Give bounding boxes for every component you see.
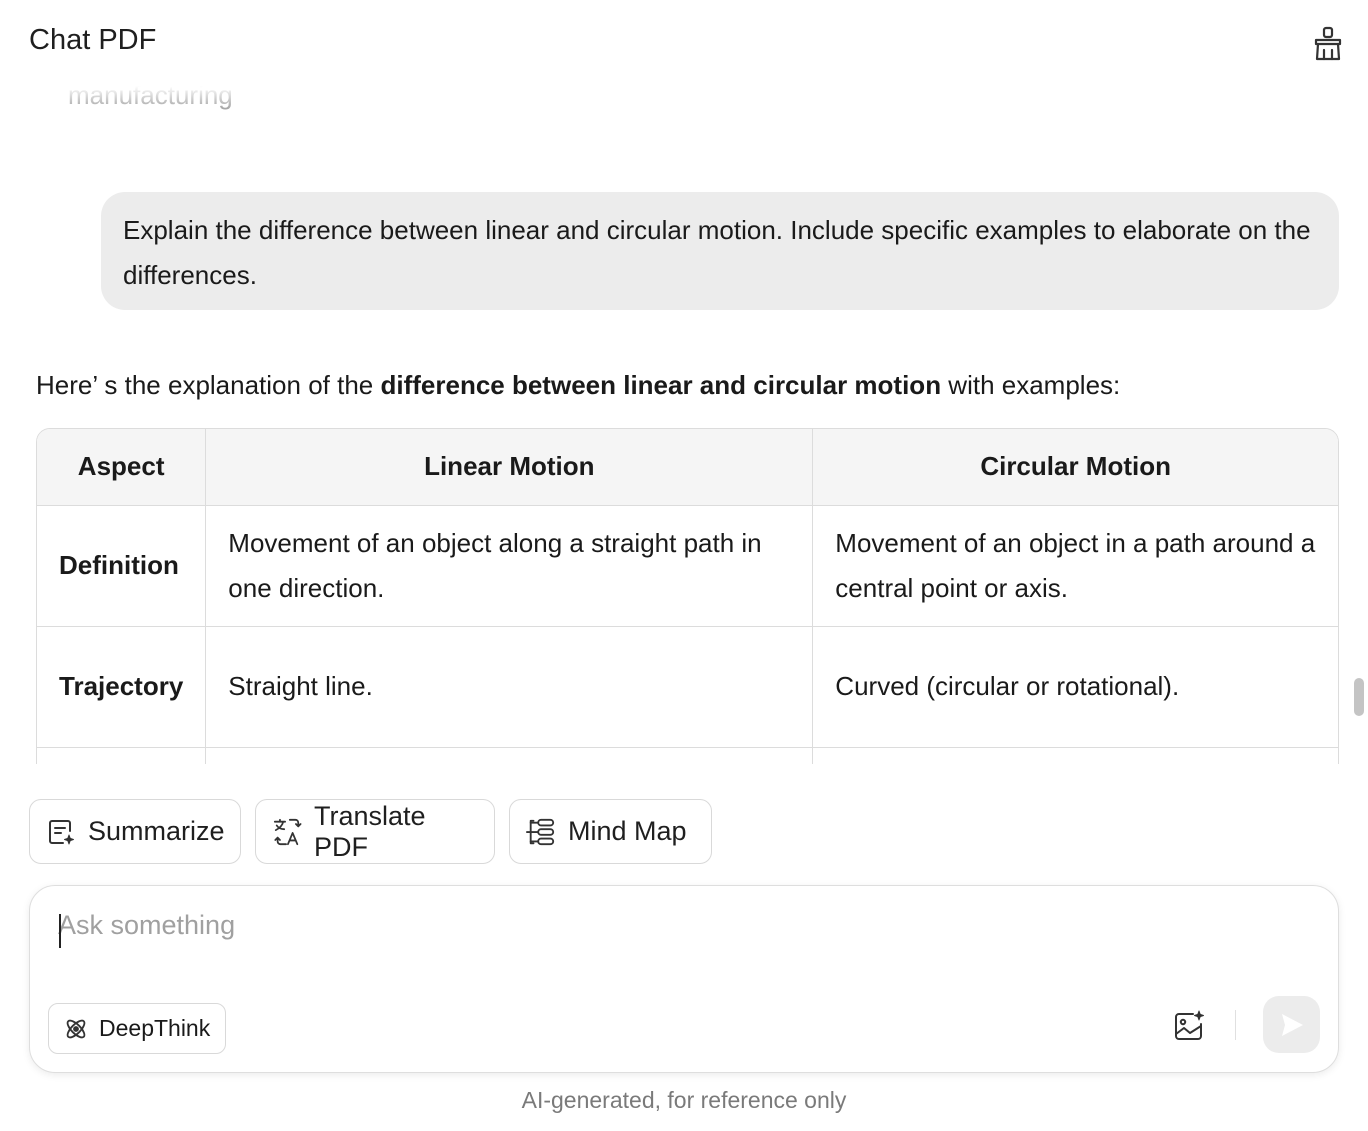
composer-divider xyxy=(1235,1010,1236,1040)
header-aspect: Aspect xyxy=(37,429,207,506)
summarize-label: Summarize xyxy=(88,816,225,846)
translate-icon xyxy=(272,817,302,847)
fade-overlay xyxy=(0,86,1368,116)
user-message-bubble: Explain the difference between linear an… xyxy=(101,192,1339,310)
table-row: Trajectory Straight line. Curved (circul… xyxy=(37,626,1338,748)
summarize-icon xyxy=(46,817,76,847)
chat-pdf-panel: Chat PDF manufacturing Explain the diffe… xyxy=(0,0,1368,1131)
row-aspect xyxy=(37,747,207,764)
row-circular: Movement of an object in a path around a… xyxy=(812,505,1338,627)
row-circular xyxy=(812,747,1338,764)
chat-area: manufacturing Explain the difference bet… xyxy=(0,86,1368,764)
table-header-row: Aspect Linear Motion Circular Motion xyxy=(37,429,1338,506)
row-linear: Movement of an object along a straight p… xyxy=(205,505,814,627)
row-circular: Curved (circular or rotational). xyxy=(812,626,1338,748)
table-row xyxy=(37,747,1338,764)
disclaimer: AI-generated, for reference only xyxy=(521,1087,847,1113)
send-icon xyxy=(1281,1013,1303,1036)
header: Chat PDF xyxy=(0,0,1368,86)
deepthink-toggle[interactable]: DeepThink xyxy=(48,1003,226,1054)
composer: DeepThink xyxy=(29,885,1339,1073)
header-circular: Circular Motion xyxy=(812,429,1338,506)
clear-chat-button[interactable] xyxy=(1306,24,1350,64)
translate-label: Translate PDF xyxy=(314,800,426,862)
image-upload-button[interactable] xyxy=(1169,1006,1209,1046)
atom-icon xyxy=(63,1016,89,1042)
text-cursor xyxy=(59,914,61,948)
row-aspect: Definition xyxy=(37,505,207,627)
mind-map-label: Mind Map xyxy=(568,816,687,846)
translate-pdf-button[interactable]: Translate PDF xyxy=(255,799,495,864)
row-linear xyxy=(205,747,814,764)
summarize-button[interactable]: Summarize xyxy=(29,799,241,864)
deepthink-label: DeepThink xyxy=(99,1015,211,1041)
row-linear: Straight line. xyxy=(205,626,814,748)
mind-map-icon xyxy=(526,817,556,847)
header-linear: Linear Motion xyxy=(205,429,814,506)
send-button[interactable] xyxy=(1263,996,1320,1053)
intro-prefix: Here’ s the explanation of the xyxy=(36,370,381,400)
page-title: Chat PDF xyxy=(29,24,157,56)
mind-map-button[interactable]: Mind Map xyxy=(509,799,712,864)
assistant-intro: Here’ s the explanation of the differenc… xyxy=(36,370,1120,401)
broom-icon xyxy=(1314,26,1342,61)
intro-bold: difference between linear and circular m… xyxy=(380,370,942,400)
scrollbar-thumb[interactable] xyxy=(1354,678,1364,716)
intro-suffix: with examples: xyxy=(941,370,1121,400)
row-aspect: Trajectory xyxy=(37,626,207,748)
comparison-table: Aspect Linear Motion Circular Motion Def… xyxy=(36,428,1339,764)
ask-input[interactable] xyxy=(58,910,1058,941)
table-row: Definition Movement of an object along a… xyxy=(37,505,1338,627)
image-sparkle-icon xyxy=(1175,1010,1204,1040)
